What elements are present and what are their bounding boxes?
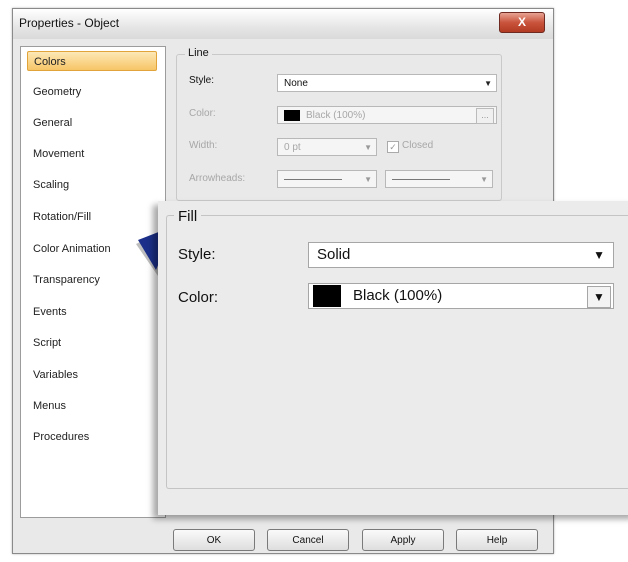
fill-style-value: Solid xyxy=(317,246,351,263)
line-color-label: Color: xyxy=(189,108,216,119)
close-icon: X xyxy=(517,15,526,29)
nav-item-events[interactable]: Events xyxy=(27,302,157,322)
nav-item-script[interactable]: Script xyxy=(27,333,157,353)
fill-color-label: Color: xyxy=(178,289,219,306)
window-title: Properties - Object xyxy=(19,16,120,30)
title-bar: Properties - Object X xyxy=(13,9,553,39)
fill-color-dropdown-button[interactable]: ▼ xyxy=(587,286,611,308)
cancel-button[interactable]: Cancel xyxy=(267,529,349,551)
category-list: Colors Geometry General Movement Scaling… xyxy=(20,46,166,518)
nav-item-colors[interactable]: Colors xyxy=(27,51,157,71)
nav-item-menus[interactable]: Menus xyxy=(27,396,157,416)
line-sample xyxy=(284,178,342,180)
nav-item-scaling[interactable]: Scaling xyxy=(27,175,157,195)
closed-checkbox[interactable]: ✓ xyxy=(387,141,399,153)
chevron-down-icon: ▼ xyxy=(480,175,488,184)
apply-button[interactable]: Apply xyxy=(362,529,444,551)
nav-item-movement[interactable]: Movement xyxy=(27,144,157,164)
line-style-select[interactable]: None ▼ xyxy=(277,74,497,92)
line-width-select[interactable]: 0 pt ▼ xyxy=(277,138,377,156)
nav-item-variables[interactable]: Variables xyxy=(27,365,157,385)
close-button[interactable]: X xyxy=(499,12,545,33)
fill-style-select[interactable]: Solid ▼ xyxy=(308,242,614,268)
arrowhead-end-select[interactable]: ▼ xyxy=(385,170,493,188)
nav-item-procedures[interactable]: Procedures xyxy=(27,427,157,447)
chevron-down-icon: ▼ xyxy=(484,79,492,88)
nav-item-geometry[interactable]: Geometry xyxy=(27,82,157,102)
arrowheads-label: Arrowheads: xyxy=(189,173,246,184)
line-style-label: Style: xyxy=(189,75,215,86)
color-swatch xyxy=(284,109,300,121)
line-color-value: Black (100%) xyxy=(306,110,366,121)
help-button[interactable]: Help xyxy=(456,529,538,551)
chevron-down-icon: ▼ xyxy=(364,175,372,184)
line-group: Line Style: None ▼ Color: Black (100%) .… xyxy=(176,47,502,201)
line-width-value: 0 pt xyxy=(284,142,301,153)
line-group-title: Line xyxy=(185,47,212,59)
color-swatch xyxy=(313,285,341,308)
closed-label: Closed xyxy=(402,140,434,151)
fill-style-label: Style: xyxy=(178,246,216,263)
nav-item-general[interactable]: General xyxy=(27,113,157,133)
fill-color-select[interactable]: Black (100%) ▼ xyxy=(308,283,614,309)
line-sample xyxy=(392,178,450,180)
fill-color-value: Black (100%) xyxy=(353,287,443,304)
nav-item-rotation-fill[interactable]: Rotation/Fill xyxy=(27,207,157,227)
line-width-label: Width: xyxy=(189,140,218,151)
ok-button[interactable]: OK xyxy=(173,529,255,551)
fill-group-title: Fill xyxy=(174,208,202,225)
chevron-down-icon: ▼ xyxy=(593,290,605,304)
chevron-down-icon: ▼ xyxy=(593,248,605,262)
fill-zoom-callout: Fill Style: Solid ▼ Color: Black (100%) … xyxy=(158,201,628,515)
line-color-picker-button[interactable]: ... xyxy=(476,108,494,124)
line-color-select[interactable]: Black (100%) ... xyxy=(277,106,497,124)
chevron-down-icon: ▼ xyxy=(364,143,372,152)
arrowhead-start-select[interactable]: ▼ xyxy=(277,170,377,188)
line-style-value: None xyxy=(284,78,308,89)
